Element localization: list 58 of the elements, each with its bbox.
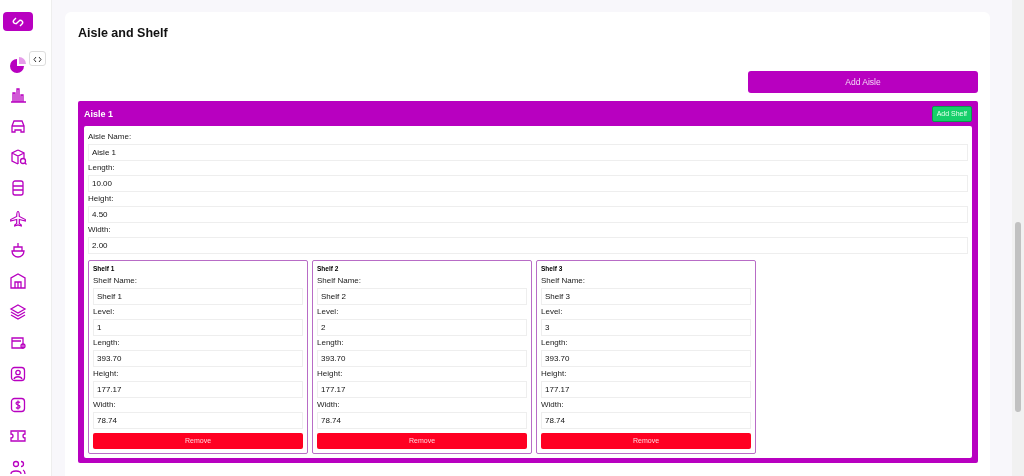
logo-icon[interactable] xyxy=(2,12,33,31)
field-label: Level: xyxy=(93,306,116,318)
input-field[interactable]: Aisle 1 xyxy=(88,144,968,161)
field-label: Width: xyxy=(541,399,565,411)
field-label: Height: xyxy=(88,193,115,205)
users-icon[interactable] xyxy=(8,458,27,476)
aisle-title: Aisle 1 xyxy=(84,108,114,119)
input-field[interactable]: 78.74 xyxy=(317,412,527,429)
wallet-icon[interactable] xyxy=(8,334,27,352)
field-label: Length: xyxy=(317,337,345,349)
scrollbar[interactable] xyxy=(1012,0,1024,476)
input-field[interactable]: 177.17 xyxy=(93,381,303,398)
car-icon[interactable] xyxy=(8,117,27,135)
input-field[interactable]: 10.00 xyxy=(88,175,968,192)
dollar-icon[interactable] xyxy=(8,396,27,414)
input-field[interactable]: Shelf 2 xyxy=(317,288,527,305)
input-field[interactable]: 78.74 xyxy=(93,412,303,429)
input-field[interactable]: 393.70 xyxy=(317,350,527,367)
field-label: Length: xyxy=(93,337,121,349)
field-label: Height: xyxy=(317,368,344,380)
add-aisle-button[interactable]: Add Aisle xyxy=(748,71,978,93)
input-field[interactable]: 177.17 xyxy=(541,381,751,398)
pie-chart-icon[interactable] xyxy=(8,55,27,73)
ship-icon[interactable] xyxy=(8,241,27,259)
scrollbar-thumb[interactable] xyxy=(1015,222,1021,412)
box-search-icon[interactable] xyxy=(8,148,27,166)
page-title: Aisle and Shelf xyxy=(78,26,169,40)
field-label: Width: xyxy=(93,399,117,411)
sidebar-toggle-icon[interactable] xyxy=(29,51,46,66)
user-badge-icon[interactable] xyxy=(8,365,27,383)
input-field[interactable]: 393.70 xyxy=(541,350,751,367)
field-label: Width: xyxy=(317,399,341,411)
input-field[interactable]: 1 xyxy=(93,319,303,336)
field-label: Level: xyxy=(317,306,340,318)
ticket-icon[interactable] xyxy=(8,427,27,445)
field-label: Aisle Name: xyxy=(88,131,133,143)
input-field[interactable]: 177.17 xyxy=(317,381,527,398)
input-field[interactable]: 2 xyxy=(317,319,527,336)
input-field[interactable]: 78.74 xyxy=(541,412,751,429)
airplane-icon[interactable] xyxy=(8,210,27,228)
layers-icon[interactable] xyxy=(8,303,27,321)
bar-chart-icon[interactable] xyxy=(8,86,27,104)
input-field[interactable]: 393.70 xyxy=(93,350,303,367)
field-label: Length: xyxy=(541,337,569,349)
field-label: Height: xyxy=(93,368,120,380)
field-label: Level: xyxy=(541,306,564,318)
input-field[interactable]: 3 xyxy=(541,319,751,336)
field-label: Shelf Name: xyxy=(93,275,139,287)
field-label: Width: xyxy=(88,224,112,236)
warehouse-icon[interactable] xyxy=(8,272,27,290)
input-field[interactable]: Shelf 3 xyxy=(541,288,751,305)
input-field[interactable]: Shelf 1 xyxy=(93,288,303,305)
input-field[interactable]: 4.50 xyxy=(88,206,968,223)
field-label: Length: xyxy=(88,162,116,174)
field-label: Shelf Name: xyxy=(541,275,587,287)
field-label: Shelf Name: xyxy=(317,275,363,287)
field-label: Height: xyxy=(541,368,568,380)
input-field[interactable]: 2.00 xyxy=(88,237,968,254)
